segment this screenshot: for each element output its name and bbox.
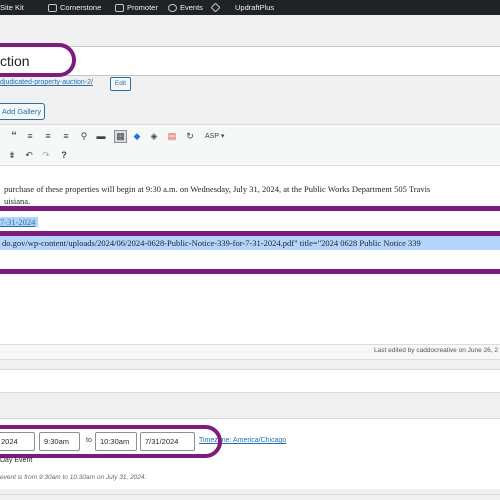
highlight-annotation [0, 269, 500, 274]
layers-icon[interactable]: ◈ [149, 131, 159, 141]
admin-bar-item-cornerstone[interactable]: Cornerstone [48, 0, 101, 15]
calendar-icon [168, 3, 177, 12]
admin-bar-label: Events [180, 3, 203, 12]
align-center-icon[interactable]: ≡ [43, 131, 53, 141]
divider [0, 392, 500, 393]
edit-permalink-button[interactable]: Edit [110, 77, 131, 91]
promoter-icon [115, 3, 124, 12]
admin-bar-label: Site Kit [0, 3, 24, 12]
selected-link[interactable]: 7-31-2024 [0, 217, 39, 227]
align-left-icon[interactable]: ≡ [25, 131, 35, 141]
highlight-annotation [0, 425, 222, 458]
asp-dropdown[interactable]: ASP ▾ [205, 132, 224, 142]
highlight-annotation [0, 43, 76, 77]
admin-bar-label: Promoter [127, 3, 158, 12]
admin-bar-item-promoter[interactable]: Promoter [115, 0, 158, 15]
admin-bar-label: UpdraftPlus [235, 3, 275, 12]
add-gallery-button[interactable]: Add Gallery [0, 103, 45, 120]
asp-label: ASP [205, 133, 219, 140]
toolbar-toggle-icon[interactable]: ▦ [114, 130, 127, 143]
paste-text-icon[interactable]: ⇟ [7, 150, 17, 160]
table-icon[interactable]: ▤ [167, 131, 177, 141]
blockquote-icon[interactable]: “ [9, 131, 19, 142]
admin-bar-item-diamond[interactable] [210, 0, 221, 15]
highlight-annotation [0, 206, 500, 211]
admin-bar-item-updraftplus[interactable]: UpdraftPlus [235, 0, 274, 15]
read-more-icon[interactable]: ▬ [96, 131, 106, 141]
permalink-link[interactable]: djudicated-property-auction-2/ [0, 79, 93, 86]
help-icon[interactable]: ? [59, 150, 69, 160]
content-paragraph-line: purchase of these properties will begin … [4, 184, 431, 194]
redo-icon[interactable]: ↷ [41, 150, 51, 160]
admin-bar: Site Kit Cornerstone Promoter Events Upd… [0, 0, 500, 15]
chevron-down-icon: ▾ [220, 133, 225, 140]
link-icon[interactable]: ⚲ [79, 131, 89, 141]
diamond-icon [210, 2, 221, 13]
admin-bar-item-site-kit[interactable]: Site Kit [0, 0, 24, 15]
divider [0, 369, 500, 370]
undo-icon[interactable]: ↶ [24, 150, 34, 160]
meta-box-header [0, 370, 500, 392]
cornerstone-icon [48, 3, 57, 12]
align-right-icon[interactable]: ≡ [61, 131, 71, 141]
content-link[interactable]: 7-31-2024 [0, 217, 35, 227]
permalink: djudicated-property-auction-2/ [0, 79, 93, 86]
refresh-icon[interactable]: ↻ [185, 131, 195, 141]
site-kit-icon[interactable]: ◆ [132, 131, 142, 141]
editor-toolbar: “ ≡ ≡ ≡ ⚲ ▬ ▦ ◆ ◈ ▤ ↻ ASP ▾ ⇟ ↶ ↷ ? [0, 124, 500, 166]
event-summary-text: event is from 9:30am to 10:30am on July … [0, 474, 147, 481]
last-edited-text: Last edited by caddocreative on June 26,… [374, 347, 498, 354]
code-line: do.gov/wp-content/uploads/2024/06/2024-0… [2, 238, 421, 248]
admin-bar-label: Cornerstone [60, 3, 102, 12]
all-day-event-label[interactable]: Day Event [0, 457, 32, 464]
admin-bar-item-events[interactable]: Events [168, 0, 203, 15]
divider [0, 494, 500, 495]
content-paragraph-line: uisiana. [4, 196, 31, 206]
divider [0, 418, 500, 419]
